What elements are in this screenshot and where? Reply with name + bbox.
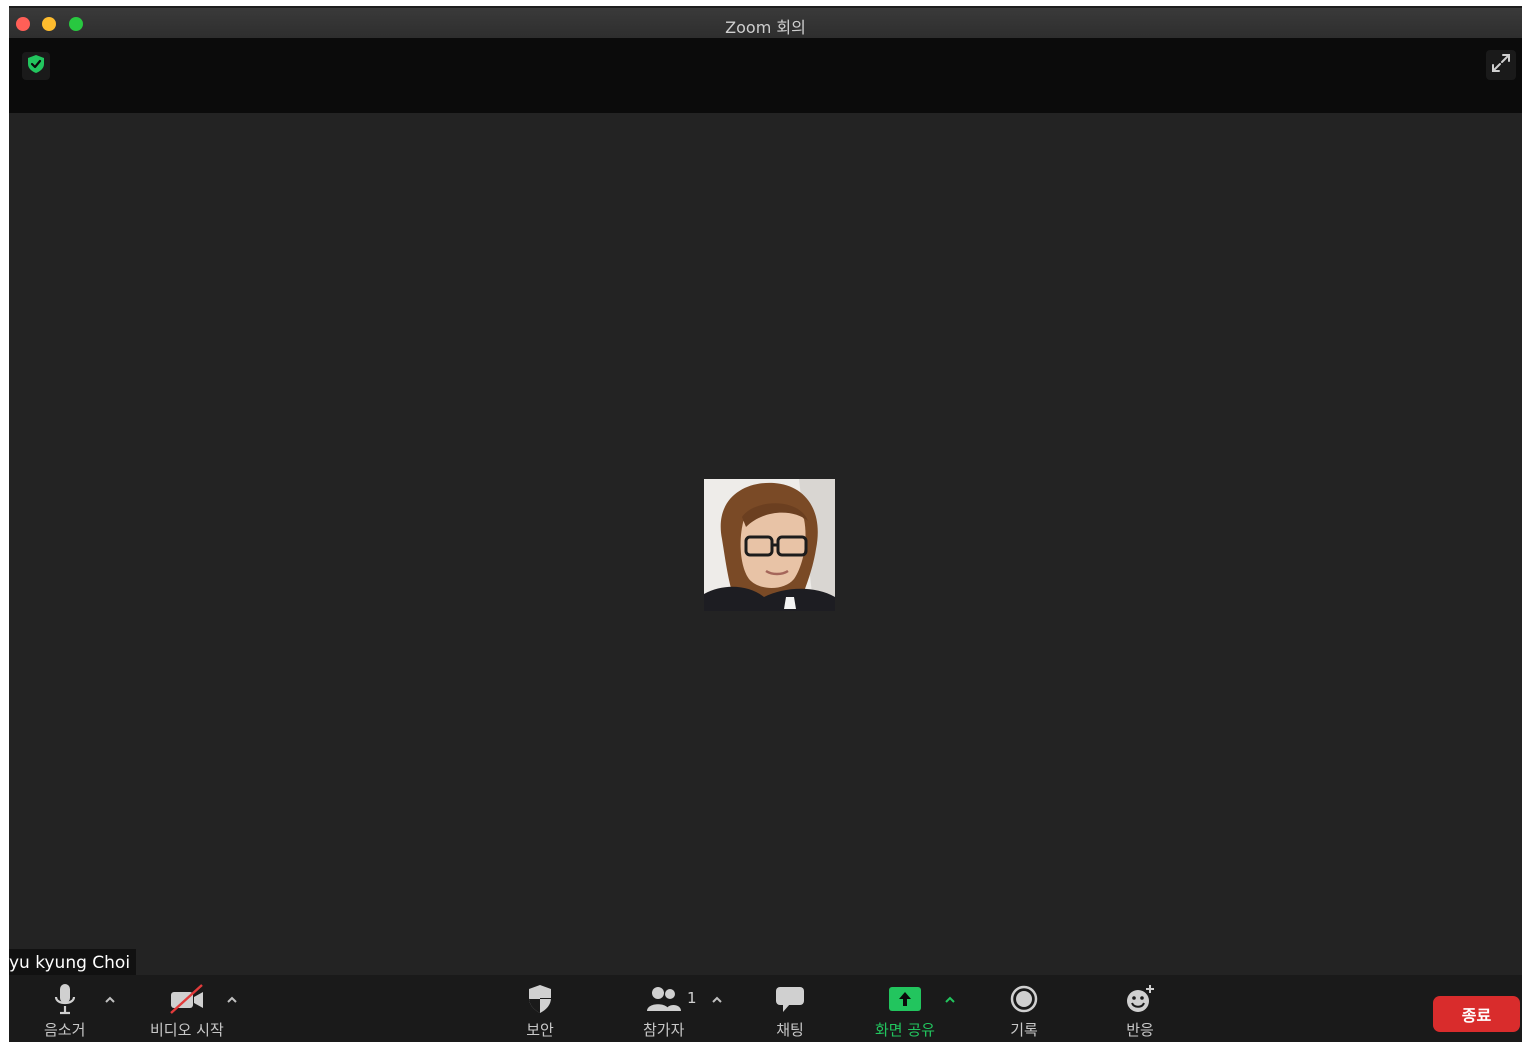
start-video-button[interactable]: 비디오 시작 — [150, 981, 224, 1040]
chat-button[interactable]: 채팅 — [775, 981, 805, 1040]
video-options-caret[interactable] — [225, 993, 239, 1009]
people-icon — [646, 981, 682, 1015]
meeting-top-bar — [9, 38, 1522, 113]
video-off-icon — [168, 981, 206, 1015]
shield-check-icon — [26, 54, 46, 78]
zoom-window: Zoom 회의 yu kyung Choi 음소거 비디오 시작 보안 참가자 … — [9, 6, 1522, 1042]
mute-label: 음소거 — [44, 1021, 86, 1039]
end-meeting-button[interactable]: 종료 — [1433, 996, 1520, 1032]
record-label: 기록 — [1010, 1021, 1038, 1039]
chat-bubble-icon — [775, 981, 805, 1015]
participants-options-caret[interactable] — [710, 993, 724, 1009]
meeting-info-button[interactable] — [22, 52, 50, 80]
reactions-label: 반응 — [1126, 1021, 1154, 1039]
security-button[interactable]: 보안 — [526, 981, 554, 1040]
share-options-caret[interactable] — [943, 993, 957, 1009]
share-screen-icon — [888, 981, 922, 1015]
participants-button[interactable]: 참가자 — [643, 981, 684, 1040]
emoji-add-icon — [1124, 981, 1156, 1015]
microphone-icon — [52, 981, 78, 1015]
title-bar: Zoom 회의 — [9, 6, 1522, 38]
shield-icon — [526, 981, 554, 1015]
security-label: 보안 — [526, 1021, 554, 1039]
reactions-button[interactable]: 반응 — [1124, 981, 1156, 1040]
share-screen-button[interactable]: 화면 공유 — [875, 981, 935, 1040]
participant-avatar — [704, 479, 835, 611]
chat-label: 채팅 — [776, 1021, 804, 1039]
window-title: Zoom 회의 — [725, 18, 806, 37]
meeting-toolbar: 음소거 비디오 시작 보안 참가자 1 채팅 화면 공유 기록 반응 종료 — [9, 975, 1522, 1042]
mute-button[interactable]: 음소거 — [44, 981, 85, 1040]
record-icon — [1009, 981, 1039, 1015]
participants-label: 참가자 — [643, 1021, 685, 1039]
video-label: 비디오 시작 — [150, 1021, 224, 1039]
expand-icon — [1490, 52, 1512, 78]
record-button[interactable]: 기록 — [1009, 981, 1039, 1040]
participant-name-label: yu kyung Choi — [9, 949, 137, 977]
participants-count: 1 — [687, 989, 697, 1007]
share-label: 화면 공유 — [875, 1021, 935, 1039]
fullscreen-button[interactable] — [1486, 50, 1516, 80]
audio-options-caret[interactable] — [103, 993, 117, 1009]
video-stage: yu kyung Choi — [9, 113, 1522, 977]
